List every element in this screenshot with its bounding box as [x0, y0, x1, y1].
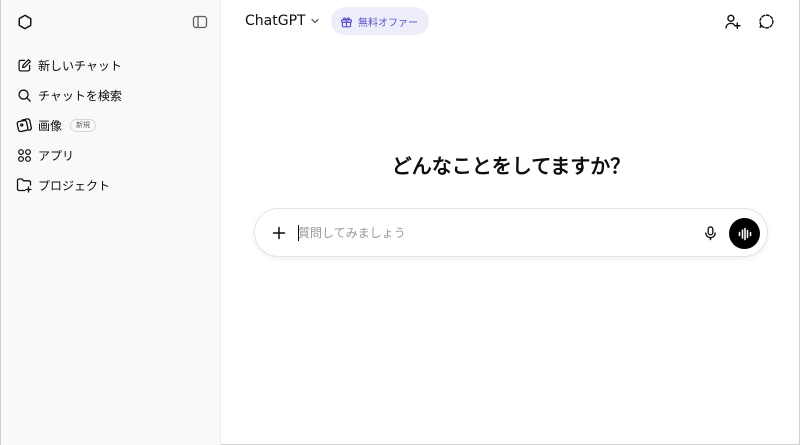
sidebar: 新しいチャット チャットを検索 画像 新規 アプリ プロジェクト — [1, 0, 221, 445]
sidebar-toggle-icon[interactable] — [190, 12, 210, 32]
top-header: ChatGPT 無料オファー — [221, 0, 800, 44]
sidebar-item-label: 新しいチャット — [38, 58, 122, 73]
sidebar-item-label: プロジェクト — [38, 178, 111, 193]
sidebar-item-projects[interactable]: プロジェクト — [9, 170, 213, 200]
apps-grid-icon — [16, 147, 32, 163]
openai-logo-icon[interactable] — [14, 11, 36, 33]
composer — [254, 208, 768, 257]
model-name: ChatGPT — [245, 13, 306, 29]
model-selector[interactable]: ChatGPT — [245, 8, 320, 34]
new-badge: 新規 — [70, 118, 97, 132]
sidebar-item-label: チャットを検索 — [38, 88, 122, 103]
free-offer-button[interactable]: 無料オファー — [331, 7, 429, 35]
app-window: 新しいチャット チャットを検索 画像 新規 アプリ プロジェクト ChatGPT… — [0, 0, 800, 445]
text-caret — [298, 225, 299, 241]
temporary-chat-icon[interactable] — [755, 10, 777, 32]
sidebar-nav: 新しいチャット チャットを検索 画像 新規 アプリ プロジェクト — [9, 50, 213, 200]
voice-mode-button[interactable] — [729, 218, 760, 249]
add-user-icon[interactable] — [721, 10, 743, 32]
waveform-icon — [738, 227, 751, 240]
microphone-icon[interactable] — [698, 221, 722, 245]
sidebar-item-label: 画像 — [38, 118, 63, 133]
sidebar-item-images[interactable]: 画像 新規 — [9, 110, 213, 140]
gift-icon — [340, 15, 353, 28]
sidebar-item-apps[interactable]: アプリ — [9, 140, 213, 170]
sidebar-item-label: アプリ — [38, 148, 75, 163]
edit-icon — [16, 57, 32, 73]
offer-label: 無料オファー — [358, 17, 418, 29]
folder-plus-icon — [16, 177, 32, 193]
search-icon — [16, 87, 32, 103]
add-attachment-button[interactable] — [267, 221, 291, 245]
images-icon — [16, 117, 32, 133]
sidebar-item-new-chat[interactable]: 新しいチャット — [9, 50, 213, 80]
chevron-down-icon — [310, 16, 320, 26]
sidebar-item-search-chats[interactable]: チャットを検索 — [9, 80, 213, 110]
page-title: どんなことをしてますか？ — [391, 154, 631, 178]
prompt-input[interactable] — [298, 223, 678, 243]
